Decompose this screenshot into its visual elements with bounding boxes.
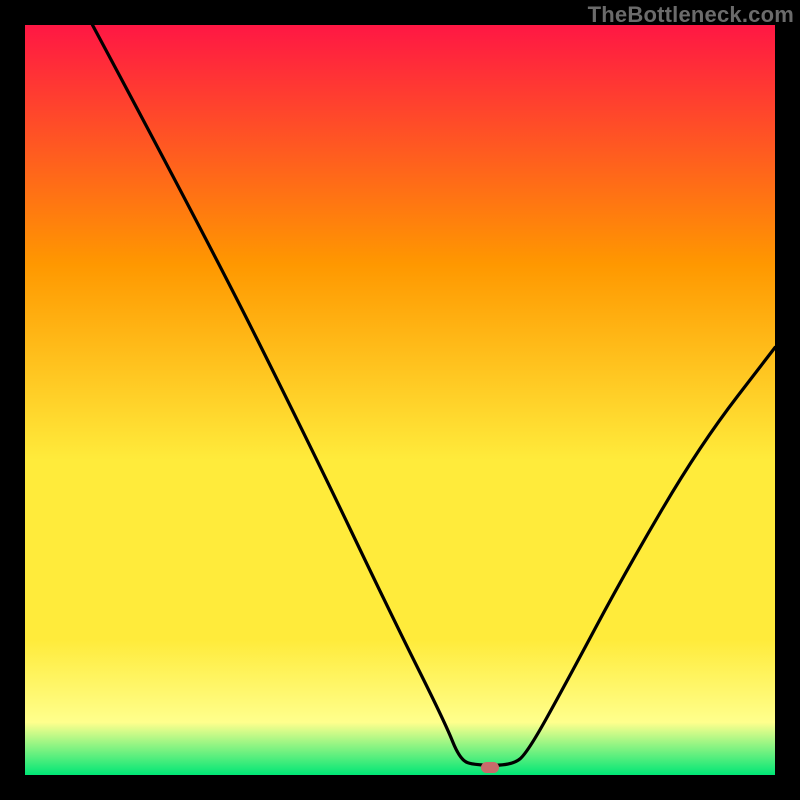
- plot-svg: [25, 25, 775, 775]
- plot-area: [25, 25, 775, 775]
- chart-frame: TheBottleneck.com: [0, 0, 800, 800]
- watermark: TheBottleneck.com: [588, 2, 794, 28]
- optimum-marker: [481, 762, 499, 773]
- gradient-background: [25, 25, 775, 775]
